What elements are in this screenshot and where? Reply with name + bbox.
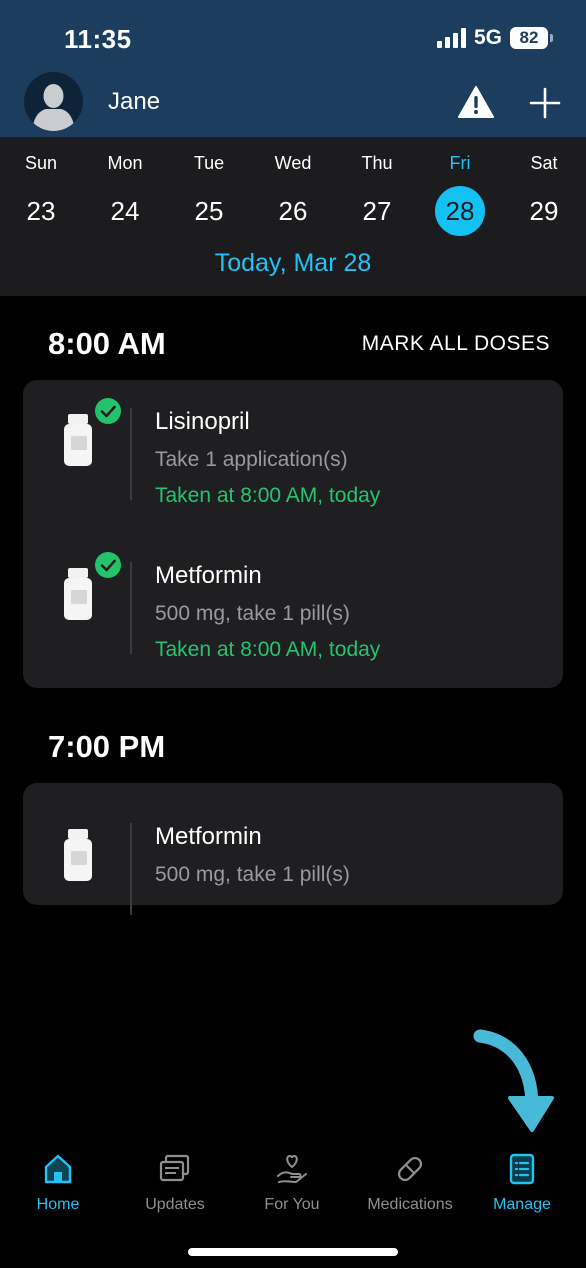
day-number: 29 bbox=[529, 196, 559, 226]
day-number: 26 bbox=[278, 196, 308, 226]
dose-instructions: 500 mg, take 1 pill(s) bbox=[155, 602, 350, 625]
time-slot-heading: 7:00 PM bbox=[48, 729, 166, 764]
day-name: Tue bbox=[193, 153, 225, 173]
day-name: Wed bbox=[274, 153, 312, 173]
tab-bar: Home Updates For You Medications Manage bbox=[0, 1140, 586, 1230]
signal-icon bbox=[436, 28, 466, 48]
day-number: 25 bbox=[194, 196, 224, 226]
battery-icon: 82 bbox=[510, 27, 553, 49]
dose-item[interactable]: Metformin 500 mg, take 1 pill(s) bbox=[23, 813, 563, 933]
tab-updates[interactable]: Updates bbox=[117, 1152, 233, 1214]
day-fri[interactable]: Fri 28 bbox=[420, 151, 500, 236]
tab-manage[interactable]: Manage bbox=[464, 1152, 580, 1214]
taken-check-icon bbox=[95, 398, 121, 424]
pill-bottle-icon bbox=[64, 568, 92, 620]
day-name: Fri bbox=[449, 153, 471, 173]
status-time: 11:35 bbox=[64, 24, 132, 54]
dose-item[interactable]: Lisinopril Take 1 application(s) Taken at … bbox=[23, 398, 563, 518]
taken-status: Taken at 8:00 AM, today bbox=[155, 484, 381, 507]
heart-hand-icon bbox=[277, 1154, 307, 1184]
tab-home[interactable]: Home bbox=[0, 1152, 116, 1214]
tab-label: Manage bbox=[493, 1196, 551, 1213]
home-icon bbox=[44, 1154, 72, 1184]
medication-name: Metformin bbox=[155, 823, 262, 850]
week-calendar: Sun 23 Mon 24 Tue 25 Wed 26 Thu 27 Fri 28 Sat 29 Today… bbox=[0, 137, 586, 296]
dose-instructions: 500 mg, take 1 pill(s) bbox=[155, 863, 350, 886]
medication-name: Metformin bbox=[155, 562, 262, 589]
day-number: 28 bbox=[435, 186, 485, 236]
add-icon[interactable] bbox=[528, 86, 562, 120]
avatar[interactable] bbox=[24, 72, 83, 131]
day-wed[interactable]: Wed 26 bbox=[253, 151, 333, 236]
time-slot-heading: 8:00 AM bbox=[48, 326, 166, 361]
home-indicator bbox=[188, 1248, 398, 1256]
dose-card: Lisinopril Take 1 application(s) Taken at … bbox=[23, 380, 563, 688]
person-silhouette-icon bbox=[32, 84, 75, 131]
updates-icon bbox=[159, 1154, 190, 1182]
today-label: Today, Mar 28 bbox=[214, 249, 372, 277]
divider bbox=[130, 408, 132, 500]
divider bbox=[130, 823, 132, 915]
divider bbox=[130, 562, 132, 654]
tab-for-you[interactable]: For You bbox=[234, 1152, 350, 1214]
tab-label: For You bbox=[264, 1196, 320, 1213]
pill-bottle-icon bbox=[64, 829, 92, 881]
day-tue[interactable]: Tue 25 bbox=[169, 151, 249, 236]
curved-arrow-icon bbox=[473, 1029, 554, 1132]
day-number: 23 bbox=[26, 196, 56, 226]
mark-all-doses-button[interactable]: MARK ALL DOSES bbox=[362, 332, 550, 356]
battery-level: 82 bbox=[519, 28, 539, 47]
tab-label: Home bbox=[36, 1196, 80, 1213]
day-name: Sun bbox=[24, 153, 58, 173]
day-name: Thu bbox=[361, 153, 393, 173]
dose-item[interactable]: Metformin 500 mg, take 1 pill(s) Taken at … bbox=[23, 552, 563, 672]
day-number: 27 bbox=[362, 196, 392, 226]
day-name: Sat bbox=[530, 153, 558, 173]
tab-medications[interactable]: Medications bbox=[352, 1152, 468, 1214]
day-mon[interactable]: Mon 24 bbox=[85, 151, 165, 236]
day-sun[interactable]: Sun 23 bbox=[1, 151, 81, 236]
taken-status: Taken at 8:00 AM, today bbox=[155, 638, 381, 661]
day-sat[interactable]: Sat 29 bbox=[504, 151, 584, 236]
tab-label: Updates bbox=[145, 1196, 205, 1213]
medication-name: Lisinopril bbox=[155, 408, 250, 435]
day-number: 24 bbox=[110, 196, 140, 226]
day-thu[interactable]: Thu 27 bbox=[337, 151, 417, 236]
dose-card: Metformin 500 mg, take 1 pill(s) bbox=[23, 783, 563, 915]
pill-bottle-icon bbox=[64, 414, 92, 466]
app-header: 11:35 5G 82 Jane bbox=[0, 0, 586, 137]
day-name: Mon bbox=[107, 153, 143, 173]
taken-check-icon bbox=[95, 552, 121, 578]
status-indicators: 5G 82 bbox=[436, 26, 553, 50]
pill-icon bbox=[397, 1156, 423, 1182]
dose-instructions: Take 1 application(s) bbox=[155, 448, 348, 471]
tab-label: Medications bbox=[367, 1196, 453, 1213]
user-name[interactable]: Jane bbox=[108, 88, 160, 116]
warning-icon[interactable] bbox=[458, 86, 494, 118]
network-type: 5G bbox=[473, 26, 502, 49]
list-icon bbox=[509, 1153, 535, 1185]
